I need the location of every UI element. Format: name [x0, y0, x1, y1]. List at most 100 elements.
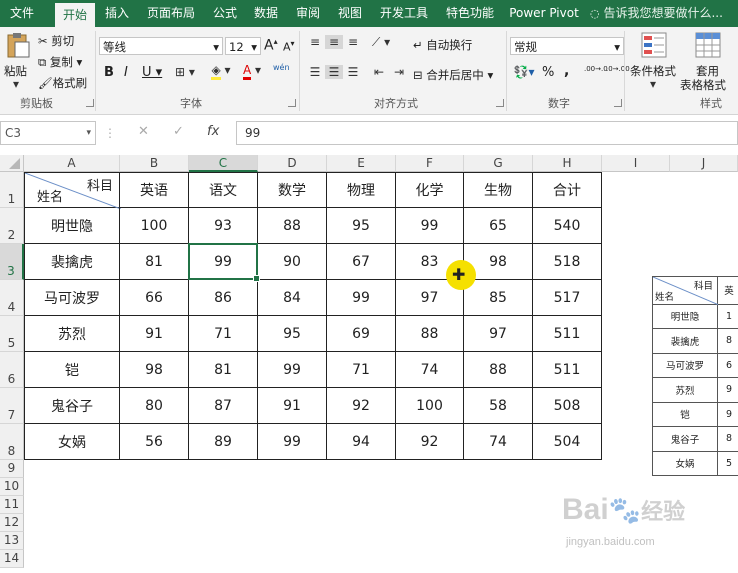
percent-button[interactable]: % — [542, 65, 554, 80]
value-cell[interactable]: 540 — [533, 208, 602, 244]
decrease-decimal-button[interactable]: .0→.00 — [606, 65, 630, 73]
value-cell[interactable]: 58 — [464, 388, 533, 424]
chevron-down-icon[interactable]: ▾ — [8, 77, 24, 91]
column-header-C[interactable]: C — [189, 155, 258, 172]
tab-developer[interactable]: 开发工具 — [374, 0, 434, 27]
value-cell[interactable]: 89 — [189, 424, 258, 460]
name-cell[interactable]: 铠 — [24, 352, 120, 388]
column-header-D[interactable]: D — [258, 155, 327, 172]
value-cell[interactable]: 91 — [258, 388, 327, 424]
column-header-B[interactable]: B — [120, 155, 189, 172]
wrap-text-button[interactable]: ↵ 自动换行 — [413, 37, 472, 53]
value-cell[interactable]: 94 — [327, 424, 396, 460]
row-header-9[interactable]: 9 — [0, 460, 24, 478]
font-launcher[interactable] — [288, 99, 296, 107]
name-box[interactable]: C3 ▾ — [0, 121, 96, 145]
align-top-icon[interactable]: ≡ — [306, 35, 324, 49]
chevron-down-icon[interactable]: ▾ — [645, 77, 661, 91]
borders-icon[interactable]: ⊞ ▾ — [172, 65, 198, 79]
value-cell[interactable]: 92 — [327, 388, 396, 424]
mini-corner-cell[interactable]: 科目 姓名 — [652, 276, 719, 305]
mini-value-cell[interactable]: 9 — [718, 378, 738, 403]
column-header-F[interactable]: F — [396, 155, 464, 172]
value-cell[interactable]: 100 — [396, 388, 464, 424]
alignment-launcher[interactable] — [496, 99, 504, 107]
value-cell[interactable]: 508 — [533, 388, 602, 424]
header-cell[interactable]: 数学 — [258, 172, 327, 208]
value-cell[interactable]: 88 — [396, 316, 464, 352]
row-header-4[interactable]: 4 — [0, 280, 24, 316]
column-header-J[interactable]: J — [670, 155, 738, 172]
value-cell[interactable]: 91 — [120, 316, 189, 352]
name-cell[interactable]: 鬼谷子 — [24, 388, 120, 424]
mini-value-cell[interactable]: 1 — [718, 304, 738, 329]
tab-special[interactable]: 特色功能 — [440, 0, 500, 27]
row-header-14[interactable]: 14 — [0, 550, 24, 568]
value-cell[interactable]: 88 — [464, 352, 533, 388]
value-cell[interactable]: 511 — [533, 316, 602, 352]
tab-view[interactable]: 视图 — [332, 0, 368, 27]
value-cell[interactable]: 69 — [327, 316, 396, 352]
font-color-icon[interactable]: A ▾ — [238, 63, 266, 80]
align-right-icon[interactable]: ☰ — [344, 65, 362, 79]
column-header-A[interactable]: A — [24, 155, 120, 172]
underline-button[interactable]: U ▾ — [142, 65, 162, 80]
phonetic-wen-icon[interactable]: wén — [273, 63, 290, 72]
font-name-select[interactable]: 等线 ▾ — [99, 37, 223, 55]
value-cell[interactable]: 92 — [396, 424, 464, 460]
mini-value-cell[interactable]: 8 — [718, 427, 738, 452]
currency-icon[interactable]: 💱▾ — [511, 65, 537, 79]
row-header-7[interactable]: 7 — [0, 388, 24, 424]
value-cell[interactable]: 65 — [464, 208, 533, 244]
value-cell[interactable]: 56 — [120, 424, 189, 460]
value-cell[interactable]: 88 — [258, 208, 327, 244]
mini-name-cell[interactable]: 马可波罗 — [652, 353, 718, 378]
comma-button[interactable]: , — [564, 63, 569, 79]
value-cell[interactable]: 99 — [327, 280, 396, 316]
mini-name-cell[interactable]: 女娲 — [652, 451, 718, 476]
decrease-indent-icon[interactable]: ⇤ — [370, 65, 388, 79]
align-center-icon[interactable]: ☰ — [325, 65, 343, 79]
fill-color-icon[interactable]: ◈ ▾ — [206, 63, 236, 80]
fill-handle[interactable] — [253, 275, 260, 282]
value-cell[interactable]: 80 — [120, 388, 189, 424]
mini-name-cell[interactable]: 明世隐 — [652, 304, 718, 329]
value-cell[interactable]: 517 — [533, 280, 602, 316]
tab-power-pivot[interactable]: Power Pivot — [506, 0, 582, 27]
value-cell[interactable]: 518 — [533, 244, 602, 280]
row-header-6[interactable]: 6 — [0, 352, 24, 388]
mini-name-cell[interactable]: 铠 — [652, 402, 718, 427]
header-cell[interactable]: 生物 — [464, 172, 533, 208]
value-cell[interactable]: 99 — [396, 208, 464, 244]
tell-me-box[interactable]: ◌ 告诉我您想要做什么... — [590, 0, 736, 27]
row-header-11[interactable]: 11 — [0, 496, 24, 514]
row-header-10[interactable]: 10 — [0, 478, 24, 496]
column-header-H[interactable]: H — [533, 155, 602, 172]
name-cell[interactable]: 马可波罗 — [24, 280, 120, 316]
value-cell[interactable]: 71 — [189, 316, 258, 352]
number-format-select[interactable]: 常规 ▾ — [510, 37, 624, 55]
shrink-font-button[interactable]: A▾ — [283, 39, 295, 54]
format-painter-button[interactable]: 🖌格式刷 — [38, 75, 87, 91]
select-all-corner[interactable] — [0, 155, 24, 172]
row-header-2[interactable]: 2 — [0, 208, 24, 244]
align-bottom-icon[interactable]: ≡ — [344, 35, 362, 49]
align-left-icon[interactable]: ☰ — [306, 65, 324, 79]
value-cell[interactable]: 95 — [258, 316, 327, 352]
value-cell[interactable]: 74 — [464, 424, 533, 460]
copy-button[interactable]: ⧉ 复制 ▾ — [38, 54, 82, 70]
value-cell[interactable]: 66 — [120, 280, 189, 316]
mini-value-cell[interactable]: 5 — [718, 451, 738, 476]
value-cell[interactable]: 97 — [464, 316, 533, 352]
value-cell[interactable]: 85 — [464, 280, 533, 316]
cut-button[interactable]: ✂ 剪切 — [38, 33, 74, 49]
name-cell[interactable]: 苏烈 — [24, 316, 120, 352]
insert-function-icon[interactable]: fx — [207, 124, 219, 139]
value-cell[interactable]: 100 — [120, 208, 189, 244]
row-header-3[interactable]: 3 — [0, 244, 24, 280]
row-header-13[interactable]: 13 — [0, 532, 24, 550]
align-middle-icon[interactable]: ≡ — [325, 35, 343, 49]
corner-header-cell[interactable]: 科目 姓名 — [24, 172, 121, 209]
mini-value-cell[interactable]: 6 — [718, 353, 738, 378]
value-cell[interactable]: 84 — [258, 280, 327, 316]
